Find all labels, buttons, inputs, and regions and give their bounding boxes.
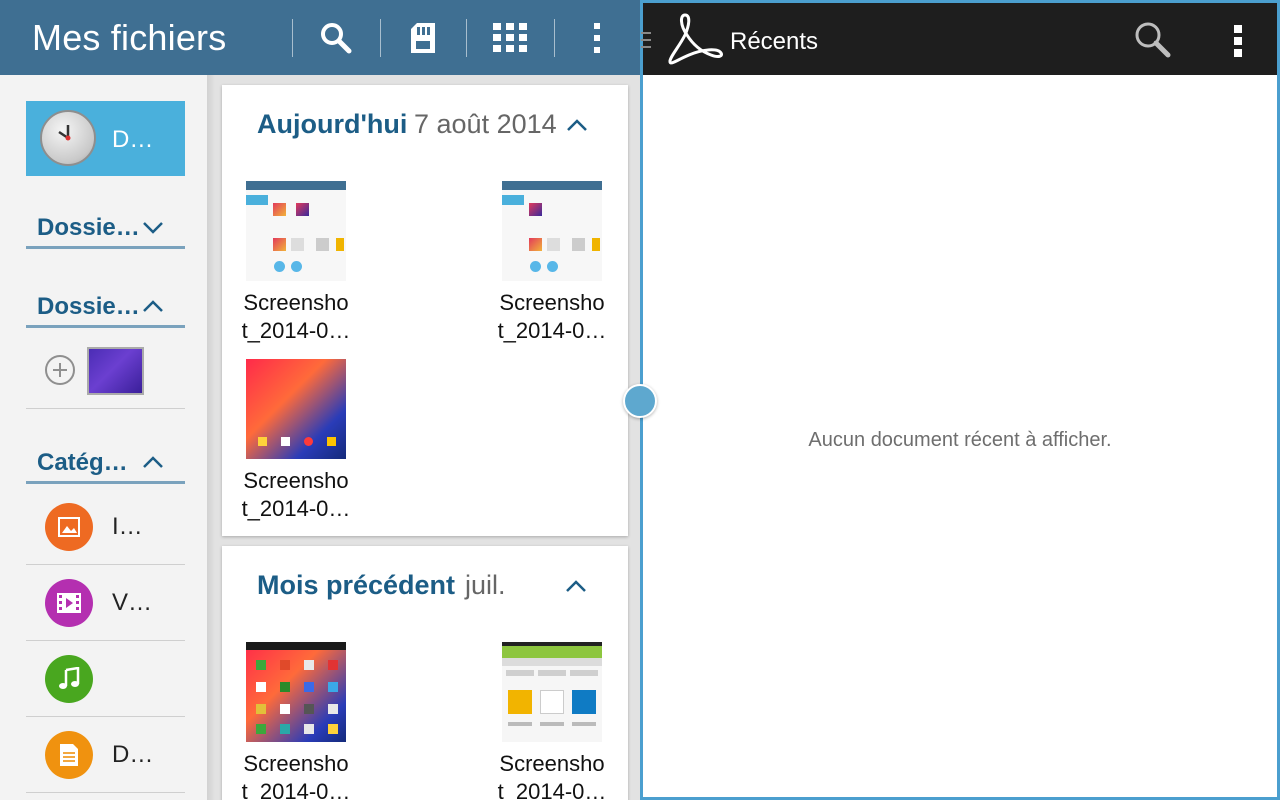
grid-view-button[interactable] [484, 12, 536, 64]
search-button[interactable] [310, 12, 362, 64]
file-name: Screensho t_2014-0… [497, 751, 607, 800]
file-thumbnail [502, 642, 602, 742]
empty-state-message: Aucun document récent à afficher. [808, 429, 1112, 451]
group-date: juil. [465, 570, 506, 600]
category-label: V… [112, 589, 153, 616]
add-shortcut-button[interactable] [45, 355, 75, 385]
sd-card-icon [411, 23, 435, 53]
section-label: Catég… [37, 449, 128, 476]
file-item[interactable]: Screensho t_2014-0… [488, 181, 618, 351]
shortcut-row [26, 331, 185, 409]
section-label: Dossie… [37, 214, 140, 241]
split-view-handle[interactable] [623, 384, 657, 418]
file-thumbnail [246, 359, 346, 459]
category-videos[interactable]: V… [26, 565, 185, 641]
file-name: Screensho t_2014-0… [241, 290, 351, 343]
chevron-up-icon [143, 300, 163, 312]
app-title: Mes fichiers [32, 17, 227, 58]
chevron-up-icon [143, 456, 163, 468]
toolbar-divider [380, 19, 381, 57]
adobe-reader-app: Récents Aucun document récent à afficher… [640, 0, 1280, 800]
menu-icon[interactable] [641, 30, 653, 50]
file-item[interactable]: Screensho t_2014-0… [232, 359, 362, 529]
toolbar-divider [292, 19, 293, 57]
more-options-button[interactable] [571, 12, 623, 64]
music-icon [45, 655, 93, 703]
section-folders-2[interactable]: Dossie… [26, 292, 185, 328]
search-icon [321, 23, 352, 54]
file-thumbnail [246, 642, 346, 742]
file-item[interactable]: Screensho t_2014-0… [232, 642, 362, 800]
recent-files-tile[interactable]: D… [26, 101, 185, 176]
file-thumbnail [502, 181, 602, 281]
app-header: Mes fichiers [0, 0, 640, 75]
image-icon [45, 503, 93, 551]
more-vertical-icon [594, 23, 600, 53]
category-documents[interactable]: D… [26, 717, 185, 793]
group-date: 7 août 2014 [414, 109, 557, 139]
section-folders-1[interactable]: Dossie… [26, 213, 185, 249]
section-categories[interactable]: Catég… [26, 448, 185, 484]
category-images[interactable]: I… [26, 489, 185, 565]
file-item[interactable]: Screensho t_2014-0… [232, 181, 362, 351]
adobe-reader-logo-icon [668, 13, 723, 65]
chevron-up-icon[interactable] [566, 117, 588, 133]
sidebar: D… Dossie… Dossie… Catég… I… V… D… [0, 75, 207, 800]
group-title: Aujourd'hui [257, 109, 408, 139]
chevron-down-icon [143, 222, 163, 234]
file-list: Aujourd'hui 7 août 2014 Screensho t_2014-… [207, 75, 640, 800]
toolbar-divider [466, 19, 467, 57]
group-title: Mois précédent [257, 570, 456, 600]
file-thumbnail [246, 181, 346, 281]
file-name: Screensho t_2014-0… [497, 290, 607, 343]
file-item[interactable]: Screensho t_2014-0… [488, 642, 618, 800]
sd-card-button[interactable] [397, 12, 449, 64]
search-icon[interactable] [1133, 20, 1173, 60]
my-files-app: Mes fichiers D… Dossie… Dossie… Catég… I… [0, 0, 640, 800]
file-name: Screensho t_2014-0… [241, 751, 351, 800]
group-today: Aujourd'hui 7 août 2014 Screensho t_2014-… [222, 85, 628, 536]
grid-icon [493, 23, 527, 52]
toolbar-divider [554, 19, 555, 57]
shortcut-thumbnail[interactable] [87, 347, 144, 395]
plus-icon [53, 363, 67, 377]
category-label: I… [112, 513, 143, 540]
reader-header: Récents [641, 3, 1277, 75]
clock-icon [40, 110, 96, 166]
video-icon [45, 579, 93, 627]
more-vertical-icon[interactable] [1232, 23, 1244, 59]
section-label: Dossie… [37, 293, 140, 320]
category-music[interactable] [26, 641, 185, 717]
recent-files-label: D… [112, 126, 154, 153]
category-label: D… [112, 741, 154, 768]
group-last-month: Mois précédent juil. Screensho t_2014-0…… [222, 546, 628, 800]
document-icon [45, 731, 93, 779]
file-name: Screensho t_2014-0… [241, 468, 351, 521]
reader-title: Récents [730, 28, 819, 55]
chevron-up-icon[interactable] [565, 578, 587, 594]
